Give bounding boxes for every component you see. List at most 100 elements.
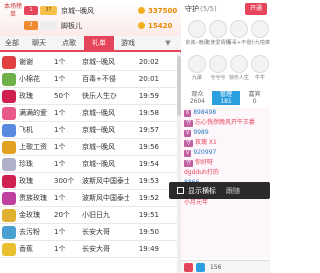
gift-sender[interactable]: 波斯风中国泰士: [82, 176, 129, 186]
gift-name: 贵族玫瑰: [19, 194, 47, 202]
gift-name: 珍珠: [19, 160, 33, 168]
gift-sender[interactable]: 京城--晚风: [82, 108, 129, 118]
gift-time: 19:51: [138, 211, 159, 219]
gift-icon: [2, 106, 16, 120]
avatar: [209, 55, 227, 73]
gift-time: 19:52: [138, 194, 159, 202]
chat-badge: 6: [184, 110, 192, 117]
chat-badge: V: [184, 150, 192, 157]
gift-icon: [2, 208, 16, 222]
chat-user[interactable]: 898498: [193, 109, 216, 116]
gift-icon[interactable]: [184, 262, 193, 272]
gift-count: 1个: [54, 58, 66, 66]
tab-chat[interactable]: 聊天: [24, 36, 54, 50]
avatar: [230, 55, 248, 73]
banner-checkbox[interactable]: [177, 187, 184, 194]
chat-message: V 920997: [181, 148, 270, 158]
gift-name: 满满的爱: [19, 109, 47, 117]
tab-song[interactable]: 点歌: [54, 36, 84, 50]
right-panel: 守护 (5/5) 开通 京城--晚风 天使爱情物 百毒+不侵 小九啦菜 九歌 兮兮兮 快乐人…: [181, 0, 270, 273]
gift-row: 玫瑰 300个 波斯风中国泰士 19:53: [0, 173, 177, 190]
gift-sender[interactable]: 长安大哥: [82, 227, 129, 237]
gift-time: 19:49: [138, 245, 159, 253]
avatar: [251, 20, 269, 38]
gift-name: 上歌工资: [19, 143, 47, 151]
rank-user-name[interactable]: 京城--晚风: [61, 6, 138, 16]
chat-message: dgdduh打的: [181, 168, 270, 178]
chat-badge: 守: [184, 140, 194, 147]
gift-name: 玫瑰: [19, 177, 33, 185]
tab-gift-list[interactable]: 礼单: [84, 36, 114, 50]
coin-icon: [138, 22, 145, 29]
gift-sender[interactable]: 京城--晚风: [82, 142, 129, 152]
tab-game[interactable]: 游戏: [114, 36, 142, 50]
gift-list: 谢谢 1个 京城--晚风 20:02 小棉花 1个 百毒+不侵 20:01 玫瑰 50个 快乐人生ひ…: [0, 54, 177, 273]
stat-value: 181: [220, 98, 232, 105]
gift-row: 珍珠 1个 京城--晚风 19:54: [0, 156, 177, 173]
gift-count: 1个: [54, 160, 66, 168]
open-guard-button[interactable]: 开通: [245, 3, 267, 15]
rank-row[interactable]: 2 脚板儿 15420: [24, 18, 178, 33]
gift-sender[interactable]: 百毒+不侵: [82, 74, 129, 84]
rank-board: 本场榜单 1 37 京城--晚风 337500 2 脚板儿 15420: [0, 0, 181, 36]
avatar: [188, 20, 206, 38]
rank-amount: 15420: [148, 21, 173, 30]
gift-time: 20:02: [138, 58, 159, 66]
gift-time: 20:01: [138, 75, 159, 83]
stat-guest[interactable]: 嘉宾 0: [240, 91, 269, 105]
gift-time: 19:59: [138, 92, 159, 100]
gift-sender[interactable]: 长安大哥: [82, 244, 129, 254]
guard-member[interactable]: 牛牛: [247, 55, 270, 81]
gift-sender[interactable]: 京城--晚风: [82, 57, 129, 67]
viewer-count: 156: [210, 263, 222, 271]
stat-admin[interactable]: 管理 181: [211, 91, 241, 105]
guard-avatars: 京城--晚风 天使爱情物 百毒+不侵 小九啦菜 九歌 兮兮兮 快乐人生 牛牛: [184, 20, 270, 90]
gift-count: 1个: [54, 126, 66, 134]
gift-count: 1个: [54, 75, 66, 83]
rank-user-name[interactable]: 脚板儿: [61, 21, 138, 31]
stat-audience[interactable]: 观众 2604: [183, 91, 212, 105]
chat-message: 小月元年: [181, 198, 270, 208]
gift-sender[interactable]: 快乐人生ひ: [82, 91, 129, 101]
gift-sender[interactable]: 京城--晚风: [82, 125, 129, 135]
gift-time: 19:58: [138, 109, 159, 117]
audience-stats: 观众 2604 管理 181 嘉宾 0: [183, 91, 269, 105]
follow-label: 跟随: [226, 186, 240, 195]
guard-member[interactable]: 小九啦菜: [247, 20, 270, 46]
live-room-panel: 本场榜单 1 37 京城--晚风 337500 2 脚板儿 15420 全部 聊…: [0, 0, 270, 273]
bottom-toolbar: 156: [181, 260, 270, 273]
chat-badge: V: [184, 130, 192, 137]
gift-icon: [2, 225, 16, 239]
chat-user[interactable]: 920997: [193, 149, 216, 156]
gift-icon: [2, 123, 16, 137]
tab-more-icon[interactable]: ▼: [155, 36, 181, 50]
gift-name: 谢谢: [19, 58, 33, 66]
gift-row: 上歌工资 1个 京城--晚风 19:56: [0, 139, 177, 156]
guard-member-name: 牛牛: [254, 75, 265, 81]
display-banner-popup[interactable]: 显示横标 跟随: [169, 182, 270, 199]
chat-user[interactable]: 9989: [193, 129, 208, 136]
rank-row[interactable]: 1 37 京城--晚风 337500: [24, 3, 178, 18]
gift-count: 50个: [54, 92, 70, 100]
gift-count: 1个: [54, 143, 66, 151]
user-icon[interactable]: [196, 262, 205, 272]
gift-time: 19:54: [138, 160, 159, 168]
gift-row: 贵族玫瑰 1个 波斯风中国泰士 19:52: [0, 190, 177, 207]
gift-sender[interactable]: 京城--晚风: [82, 159, 129, 169]
gift-row: 小棉花 1个 百毒+不侵 20:01: [0, 71, 177, 88]
tab-all[interactable]: 全部: [0, 36, 24, 50]
guard-member-name: 小九啦菜: [249, 40, 270, 46]
gift-count: 1个: [54, 228, 66, 236]
gift-sender[interactable]: 小旧日九: [82, 210, 129, 220]
banner-label: 显示横标: [188, 186, 216, 195]
chat-message: 守你好呀: [181, 158, 270, 168]
tab-bar: 全部 聊天 点歌 礼单 游戏 ▼: [0, 36, 181, 52]
gift-count: 1个: [54, 194, 66, 202]
rank-badge: 2: [24, 21, 38, 30]
guard-count: (5/5): [200, 5, 217, 13]
rank-amount: 337500: [148, 6, 178, 15]
gift-name: 飞机: [19, 126, 33, 134]
gift-row: 满满的爱 1个 京城--晚风 19:58: [0, 105, 177, 122]
chat-text: dgdduh打的: [184, 169, 219, 176]
gift-sender[interactable]: 波斯风中国泰士: [82, 193, 129, 203]
